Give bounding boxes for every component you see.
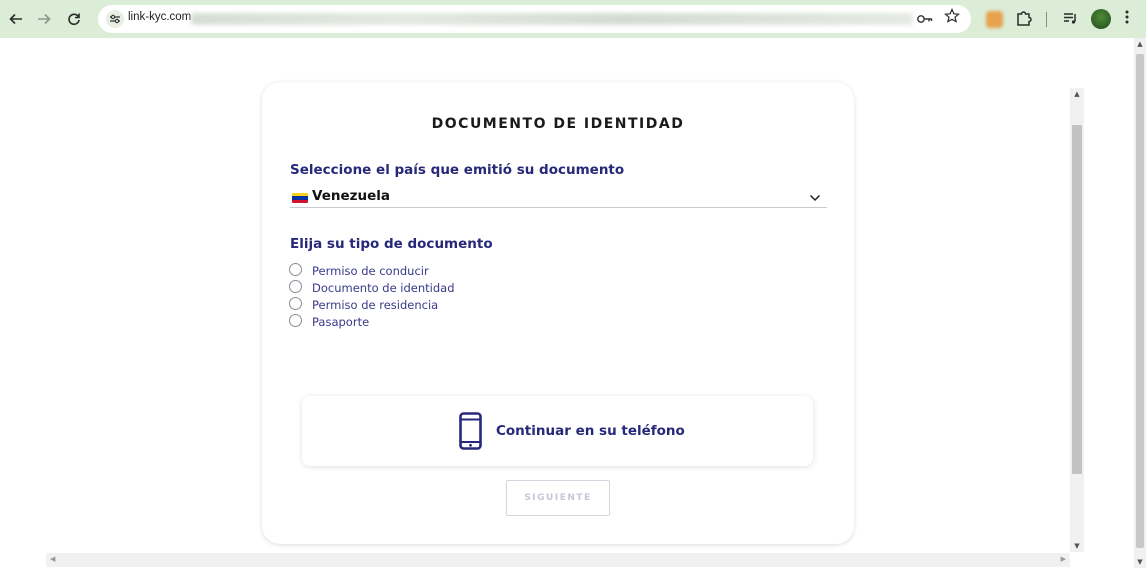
option-label: Documento de identidad bbox=[312, 281, 455, 295]
tune-icon bbox=[110, 14, 120, 24]
scroll-down-arrow-icon[interactable]: ▼ bbox=[1134, 558, 1146, 566]
country-question: Seleccione el país que emitió su documen… bbox=[290, 162, 625, 178]
country-select[interactable]: Venezuela bbox=[290, 187, 827, 208]
document-type-question: Elija su tipo de documento bbox=[290, 236, 493, 252]
browser-menu-button[interactable] bbox=[1124, 9, 1130, 30]
toolbar-separator bbox=[1046, 12, 1047, 27]
scrollbar-thumb[interactable] bbox=[1136, 54, 1144, 548]
scroll-left-arrow-icon[interactable]: ◀ bbox=[50, 555, 55, 563]
reload-button[interactable] bbox=[64, 9, 84, 29]
arrow-right-icon bbox=[38, 13, 51, 25]
scroll-down-arrow-icon[interactable]: ▼ bbox=[1070, 542, 1084, 550]
bookmark-button[interactable] bbox=[944, 8, 960, 28]
puzzle-icon bbox=[1017, 11, 1032, 26]
profile-avatar[interactable] bbox=[1091, 9, 1111, 29]
url-host: link-kyc.com bbox=[128, 11, 192, 23]
url-path-blurred bbox=[191, 13, 913, 25]
option-label: Permiso de residencia bbox=[312, 298, 439, 312]
identity-document-card: DOCUMENTO DE IDENTIDAD Seleccione el paí… bbox=[262, 82, 854, 544]
page-vertical-scrollbar[interactable]: ▲ ▼ bbox=[1070, 88, 1084, 552]
queue-music-icon bbox=[1064, 13, 1076, 24]
selected-country: Venezuela bbox=[312, 188, 390, 204]
scroll-up-arrow-icon[interactable]: ▲ bbox=[1134, 40, 1146, 48]
forward-button[interactable] bbox=[34, 9, 54, 29]
scrollbar-thumb[interactable] bbox=[1072, 125, 1082, 474]
address-bar[interactable]: link-kyc.com bbox=[98, 5, 971, 33]
browser-vertical-scrollbar[interactable]: ▲ ▼ bbox=[1134, 38, 1146, 568]
key-icon bbox=[917, 15, 933, 23]
option-label: Pasaporte bbox=[312, 315, 370, 329]
page-horizontal-scrollbar[interactable]: ◀ ▶ bbox=[46, 553, 1070, 567]
option-label: Permiso de conducir bbox=[312, 264, 429, 278]
star-icon bbox=[944, 8, 960, 23]
password-button[interactable] bbox=[916, 11, 934, 30]
back-button[interactable] bbox=[6, 9, 26, 29]
radio-button[interactable] bbox=[289, 280, 302, 293]
radio-button[interactable] bbox=[289, 297, 302, 310]
continue-on-phone-label: Continuar en su teléfono bbox=[496, 423, 685, 439]
media-button[interactable] bbox=[1062, 10, 1078, 30]
site-info-button[interactable] bbox=[106, 10, 124, 28]
chevron-down-icon bbox=[809, 194, 821, 202]
next-button[interactable]: SIGUIENTE bbox=[506, 480, 610, 516]
page-title: DOCUMENTO DE IDENTIDAD bbox=[431, 116, 685, 132]
reload-icon bbox=[68, 13, 80, 26]
radio-button[interactable] bbox=[289, 314, 302, 327]
browser-toolbar: link-kyc.com bbox=[0, 0, 1146, 38]
extensions-button[interactable] bbox=[1015, 9, 1033, 31]
arrow-left-icon bbox=[9, 13, 22, 25]
venezuela-flag-icon bbox=[292, 193, 308, 203]
radio-button[interactable] bbox=[289, 263, 302, 276]
extension-icon-blurred[interactable] bbox=[986, 11, 1003, 28]
smartphone-icon bbox=[459, 412, 482, 450]
scroll-up-arrow-icon[interactable]: ▲ bbox=[1070, 90, 1084, 98]
continue-on-phone-button[interactable]: Continuar en su teléfono bbox=[302, 396, 813, 466]
kebab-menu-icon bbox=[1125, 10, 1129, 24]
scroll-right-arrow-icon[interactable]: ▶ bbox=[1061, 555, 1066, 563]
